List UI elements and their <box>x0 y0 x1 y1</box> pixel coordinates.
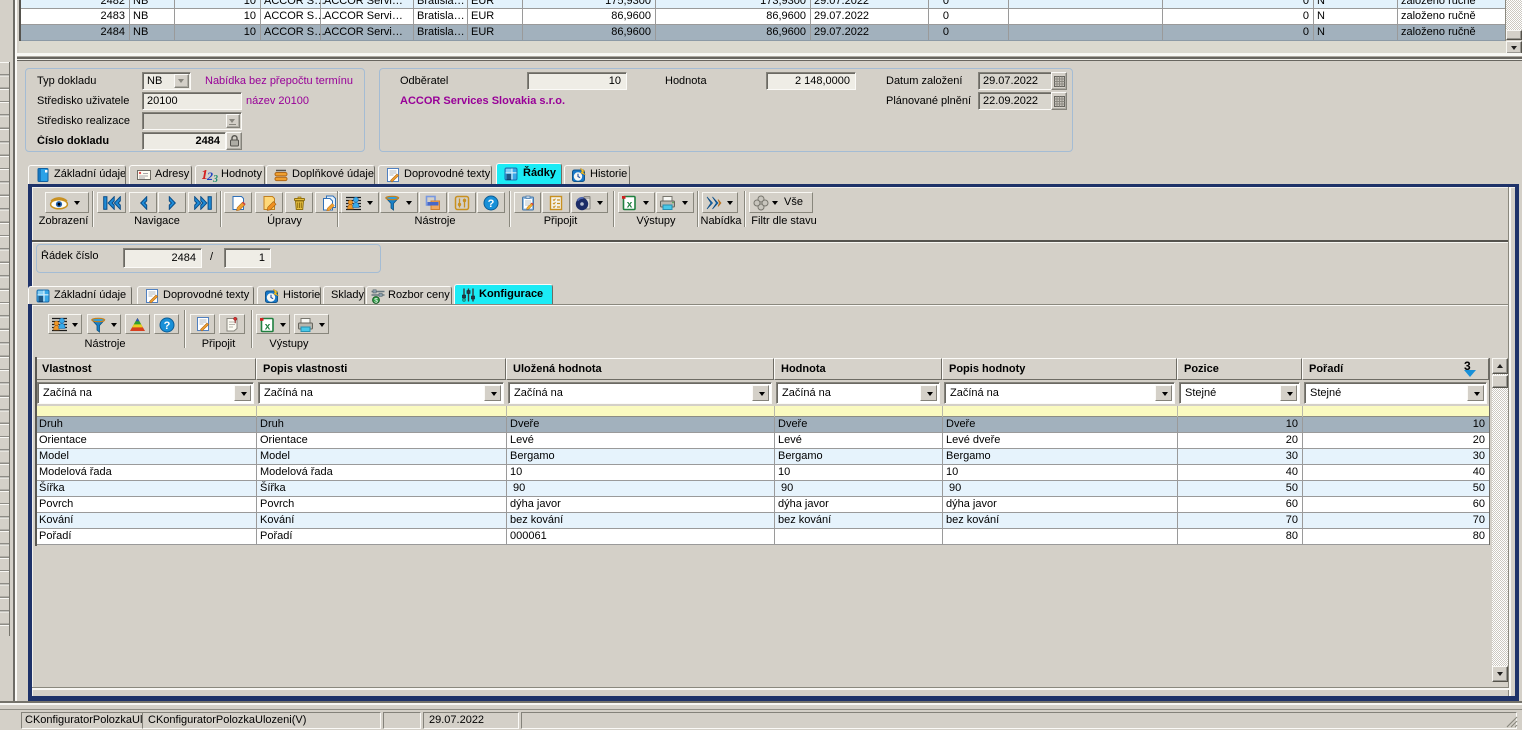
svg-text:2: 2 <box>206 169 213 183</box>
svg-text:3: 3 <box>212 174 218 183</box>
svg-text:?: ? <box>164 320 171 332</box>
svg-text:x: x <box>627 200 633 211</box>
svg-text:?: ? <box>488 198 495 210</box>
svg-text:x: x <box>265 322 271 333</box>
